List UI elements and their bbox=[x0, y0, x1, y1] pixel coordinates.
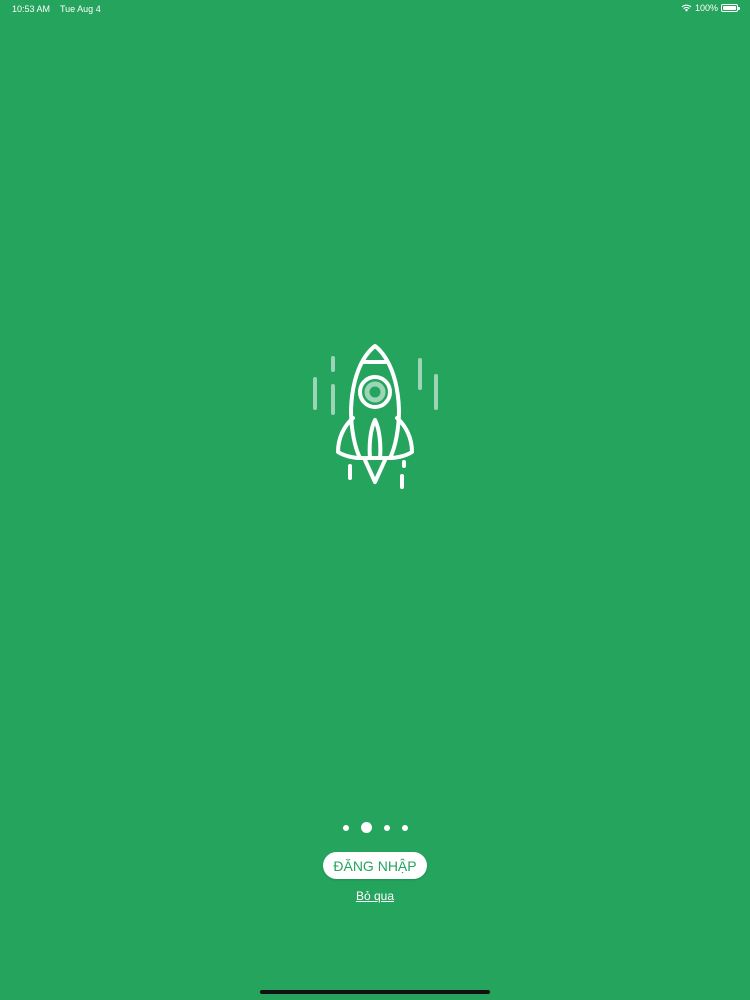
page-dot[interactable] bbox=[383, 824, 390, 831]
status-indicators: 100% bbox=[681, 3, 740, 13]
page-dot[interactable] bbox=[401, 824, 408, 831]
status-date: Tue Aug 4 bbox=[60, 4, 101, 14]
battery-percent: 100% bbox=[694, 3, 718, 13]
home-indicator[interactable] bbox=[260, 990, 490, 994]
page-dot-active[interactable] bbox=[360, 822, 372, 833]
status-time: 10:53 AM bbox=[12, 4, 51, 14]
login-button[interactable]: ĐĂNG NHẬP bbox=[323, 852, 427, 879]
page-dot[interactable] bbox=[342, 824, 349, 831]
rocket-icon bbox=[313, 344, 438, 489]
wifi-icon bbox=[681, 4, 692, 12]
battery-icon bbox=[721, 4, 740, 12]
page-indicator[interactable] bbox=[0, 822, 750, 833]
status-bar: 10:53 AM Tue Aug 4 100% bbox=[0, 0, 750, 18]
skip-link[interactable]: Bỏ qua bbox=[0, 889, 750, 903]
